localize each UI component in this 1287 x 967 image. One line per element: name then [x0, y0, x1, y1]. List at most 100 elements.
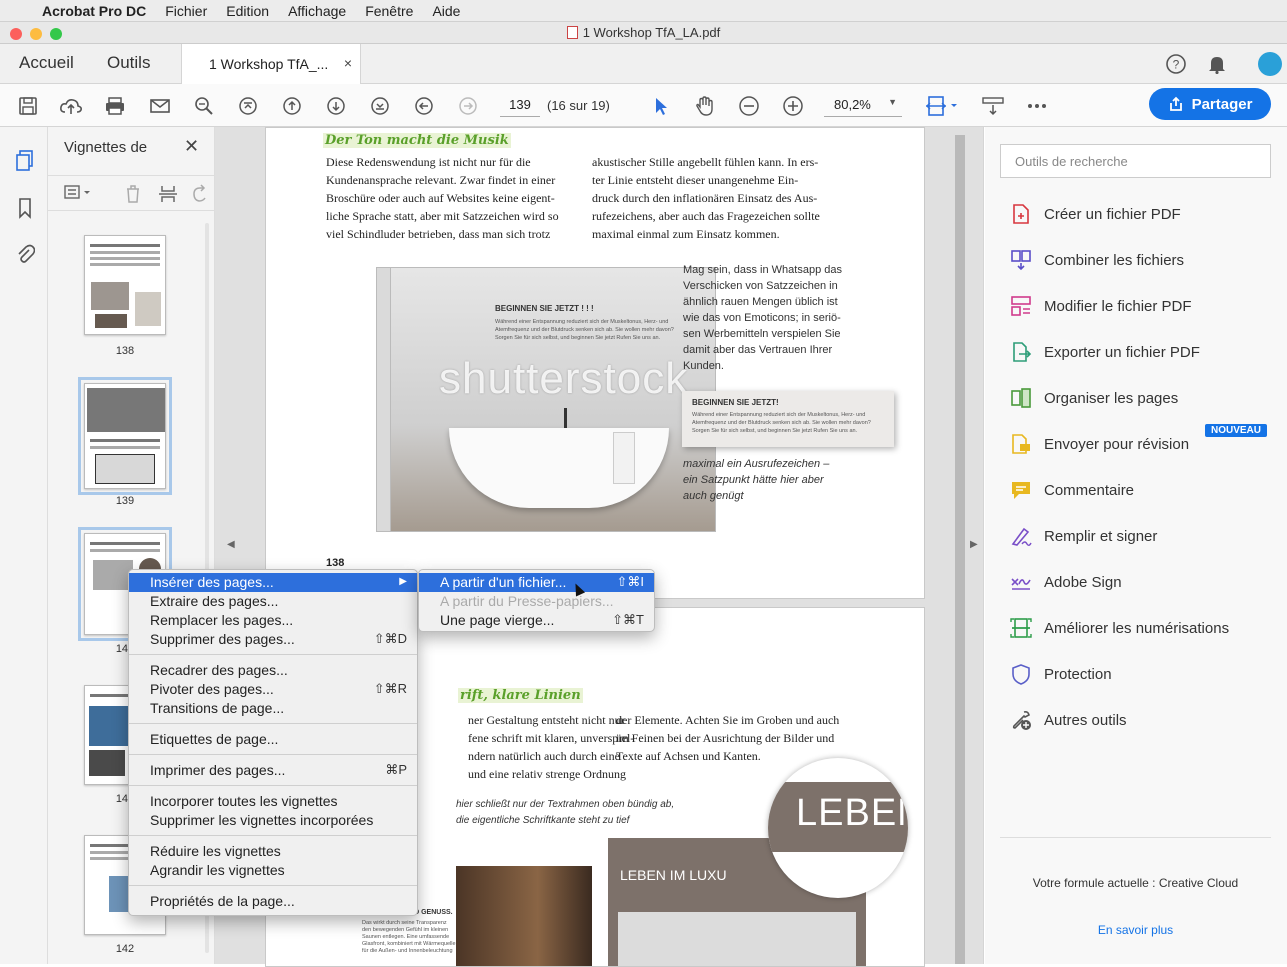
email-icon[interactable]	[147, 93, 173, 119]
close-panel-icon[interactable]: ✕	[184, 136, 199, 157]
attachment-icon[interactable]	[12, 241, 38, 267]
page-thumbnail-138[interactable]	[84, 235, 166, 335]
tools-search-input[interactable]: Outils de recherche	[1000, 144, 1271, 178]
previous-page-icon[interactable]	[279, 93, 305, 119]
zoom-out-icon[interactable]	[736, 93, 762, 119]
body-column-1: Diese Redenswendung ist nicht nur für di…	[326, 155, 559, 241]
notifications-bell-icon[interactable]	[1204, 51, 1230, 77]
left-rail	[0, 127, 48, 964]
tool-send-review[interactable]: Envoyer pour révision	[1010, 431, 1189, 457]
tool-combine-files[interactable]: Combiner les fichiers	[1010, 247, 1184, 273]
next-page-icon[interactable]	[323, 93, 349, 119]
last-page-icon[interactable]	[367, 93, 393, 119]
help-icon[interactable]: ?	[1163, 51, 1189, 77]
tool-edit-pdf[interactable]: Modifier le fichier PDF	[1010, 293, 1192, 319]
menu-item-label: Insérer des pages...	[150, 574, 274, 590]
shield-icon	[1010, 663, 1032, 685]
hand-tool-icon[interactable]	[692, 93, 718, 119]
menu-embed-thumbnails[interactable]: Incorporer toutes les vignettes	[129, 792, 417, 811]
tab-outils[interactable]: Outils	[107, 53, 150, 73]
create-pdf-icon	[1010, 203, 1032, 225]
menu-page-transitions[interactable]: Transitions de page...	[129, 699, 417, 718]
organize-icon	[1010, 387, 1032, 409]
tool-label: Améliorer les numérisations	[1044, 619, 1230, 637]
fit-page-icon[interactable]	[924, 93, 960, 119]
close-tab-icon[interactable]: ×	[344, 55, 352, 71]
menu-replace-pages[interactable]: Remplacer les pages...	[129, 611, 417, 630]
select-cursor-icon[interactable]	[648, 93, 674, 119]
tool-enhance-scans[interactable]: Améliorer les numérisations	[1010, 615, 1229, 641]
menu-print-pages[interactable]: Imprimer des pages... ⌘P	[129, 761, 417, 780]
forward-view-icon[interactable]	[455, 93, 481, 119]
page-number-input[interactable]: 139	[500, 93, 540, 117]
submenu-from-file[interactable]: A partir d'un fichier... ⇧⌘I	[419, 573, 654, 592]
tool-fill-sign[interactable]: Remplir et signer	[1010, 523, 1157, 549]
menu-extract-pages[interactable]: Extraire des pages...	[129, 592, 417, 611]
menu-remove-thumbnails[interactable]: Supprimer les vignettes incorporées	[129, 811, 417, 830]
menu-page-labels[interactable]: Etiquettes de page...	[129, 730, 417, 749]
upload-cloud-icon[interactable]	[58, 93, 84, 119]
menu-crop-pages[interactable]: Recadrer des pages...	[129, 661, 417, 680]
print-icon[interactable]	[102, 93, 128, 119]
zoom-level-select[interactable]: 80,2% ▼	[824, 93, 902, 117]
split-page-icon[interactable]	[158, 184, 178, 209]
rotate-page-icon[interactable]	[191, 184, 209, 209]
bookmark-icon[interactable]	[12, 195, 38, 221]
tab-document[interactable]: 1 Workshop TfA_... ×	[181, 44, 361, 84]
tab-accueil[interactable]: Accueil	[19, 53, 74, 73]
menu-fichier[interactable]: Fichier	[165, 3, 207, 19]
zoom-level-value: 80,2%	[834, 97, 871, 112]
user-avatar[interactable]	[1258, 52, 1282, 76]
tool-export-pdf[interactable]: Exporter un fichier PDF	[1010, 339, 1200, 365]
menu-delete-pages[interactable]: Supprimer des pages... ⇧⌘D	[129, 630, 417, 649]
tool-protection[interactable]: Protection	[1010, 661, 1112, 687]
menu-edition[interactable]: Edition	[226, 3, 269, 19]
page-count-label: (16 sur 19)	[547, 98, 610, 113]
tool-organize-pages[interactable]: Organiser les pages	[1010, 385, 1178, 411]
menu-aide[interactable]: Aide	[432, 3, 460, 19]
page-thumbnail-139[interactable]	[78, 377, 172, 495]
tool-label: Remplir et signer	[1044, 527, 1158, 545]
page-thumbnails-icon[interactable]	[12, 147, 38, 173]
window-titlebar: 1 Workshop TfA_LA.pdf	[0, 22, 1287, 44]
tool-label: Protection	[1044, 665, 1112, 683]
collapse-left-icon[interactable]: ◀	[227, 539, 235, 550]
menu-page-properties[interactable]: Propriétés de la page...	[129, 892, 417, 911]
menu-affichage[interactable]: Affichage	[288, 3, 346, 19]
tool-adobe-sign[interactable]: Adobe Sign	[1010, 569, 1122, 595]
delete-page-icon[interactable]	[124, 184, 142, 209]
thumbnail-options-icon[interactable]	[64, 184, 94, 205]
fill-sign-icon	[1010, 525, 1032, 547]
scroll-mode-icon[interactable]	[980, 93, 1006, 119]
share-button[interactable]: Partager	[1149, 88, 1271, 120]
annotation-note: hier schließt nur der Textrahmen oben bü…	[456, 799, 675, 826]
tool-comment[interactable]: Commentaire	[1010, 477, 1134, 503]
menu-rotate-pages[interactable]: Pivoter des pages... ⇧⌘R	[129, 680, 417, 699]
sidebar-text: Mag sein, dass in Whatsapp das Verschick…	[683, 264, 842, 372]
menu-item-label: Propriétés de la page...	[150, 893, 295, 909]
zoom-in-icon[interactable]	[780, 93, 806, 119]
expand-right-icon[interactable]: ▶	[970, 539, 978, 550]
menu-reduce-thumbnails[interactable]: Réduire les vignettes	[129, 842, 417, 861]
zoom-search-icon[interactable]	[191, 93, 217, 119]
menu-insert-pages[interactable]: Insérer des pages... ▶	[129, 573, 417, 592]
app-menu[interactable]: Acrobat Pro DC	[42, 3, 146, 19]
first-page-icon[interactable]	[235, 93, 261, 119]
menu-enlarge-thumbnails[interactable]: Agrandir les vignettes	[129, 861, 417, 880]
menu-fenetre[interactable]: Fenêtre	[365, 3, 413, 19]
tool-more-tools[interactable]: Autres outils	[1010, 707, 1127, 733]
shortcut-label: ⇧⌘I	[616, 574, 644, 589]
menu-item-label: Réduire les vignettes	[150, 843, 281, 859]
submenu-blank-page[interactable]: Une page vierge... ⇧⌘T	[419, 611, 654, 630]
learn-more-link[interactable]: En savoir plus	[1000, 923, 1271, 937]
document-scrollbar[interactable]	[955, 135, 965, 964]
save-icon[interactable]	[15, 93, 41, 119]
submenu-from-clipboard[interactable]: A partir du Presse-papiers...	[419, 592, 654, 611]
back-view-icon[interactable]	[411, 93, 437, 119]
shortcut-label: ⇧⌘T	[612, 612, 644, 627]
menu-item-label: Incorporer toutes les vignettes	[150, 793, 338, 809]
more-options-icon[interactable]	[1024, 93, 1050, 119]
tool-create-pdf[interactable]: Créer un fichier PDF	[1010, 201, 1181, 227]
plan-footer: Votre formule actuelle : Creative Cloud …	[1000, 837, 1271, 937]
window-title: 1 Workshop TfA_LA.pdf	[582, 25, 721, 40]
